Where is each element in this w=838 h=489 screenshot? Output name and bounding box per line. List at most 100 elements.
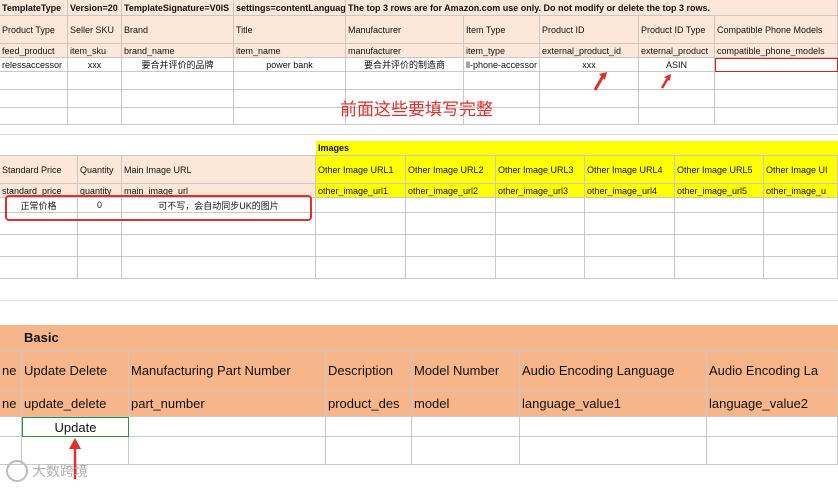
empty-cell[interactable]: [764, 235, 838, 257]
empty-cell[interactable]: [764, 198, 838, 213]
empty-cell[interactable]: [326, 437, 412, 465]
col-product-id-type[interactable]: Product ID Type: [639, 16, 715, 44]
col-manufacturing-part-number[interactable]: Manufacturing Part Number: [129, 351, 326, 391]
col-item-type[interactable]: Item Type: [464, 16, 540, 44]
empty-cell[interactable]: [122, 108, 234, 125]
empty-cell[interactable]: [540, 72, 639, 90]
key-part-number[interactable]: part_number: [129, 391, 326, 417]
col-other-image-url4[interactable]: Other Image URL4: [585, 156, 675, 184]
empty-cell[interactable]: [316, 213, 406, 235]
data-item-type[interactable]: ll-phone-accessor: [464, 58, 540, 72]
key-other-image-url5[interactable]: other_image_url5: [675, 184, 764, 198]
col-quantity[interactable]: Quantity: [78, 156, 122, 184]
key-other-image-url2[interactable]: other_image_url2: [406, 184, 496, 198]
empty-cell[interactable]: [585, 213, 675, 235]
empty-cell[interactable]: [639, 72, 715, 90]
col-seller-sku[interactable]: Seller SKU: [68, 16, 122, 44]
empty-cell[interactable]: [129, 437, 326, 465]
empty-cell[interactable]: [316, 235, 406, 257]
key-other-image-url1[interactable]: other_image_url1: [316, 184, 406, 198]
empty-cell[interactable]: [496, 213, 585, 235]
cell-template-signature[interactable]: TemplateSignature=V0lS: [122, 0, 234, 16]
empty-cell[interactable]: [675, 213, 764, 235]
empty-cell[interactable]: [0, 108, 68, 125]
col-main-image-url[interactable]: Main Image URL: [122, 156, 316, 184]
empty-cell[interactable]: [0, 90, 68, 108]
empty-cell[interactable]: [346, 72, 464, 90]
col-audio-encoding-language-2[interactable]: Audio Encoding La: [707, 351, 838, 391]
col-other-image-url2[interactable]: Other Image URL2: [406, 156, 496, 184]
key-manufacturer[interactable]: manufacturer: [346, 44, 464, 58]
col-other-image-url5[interactable]: Other Image URL5: [675, 156, 764, 184]
empty-cell[interactable]: [122, 90, 234, 108]
empty-cell[interactable]: [675, 198, 764, 213]
key-partial[interactable]: ne: [0, 391, 22, 417]
empty-cell[interactable]: [639, 108, 715, 125]
key-other-image-url3[interactable]: other_image_url3: [496, 184, 585, 198]
empty-cell[interactable]: [326, 417, 412, 437]
group-blank[interactable]: [0, 141, 316, 156]
cell-meta-notice[interactable]: The top 3 rows are for Amazon.com use on…: [346, 0, 838, 16]
group-basic[interactable]: Basic: [0, 325, 838, 351]
key-other-image-url4[interactable]: other_image_url4: [585, 184, 675, 198]
empty-cell[interactable]: [639, 90, 715, 108]
empty-cell[interactable]: [316, 198, 406, 213]
cell-template-type[interactable]: TemplateType: [0, 0, 68, 16]
col-description[interactable]: Description: [326, 351, 412, 391]
col-brand[interactable]: Brand: [122, 16, 234, 44]
empty-cell[interactable]: [707, 417, 838, 437]
key-compatible-phone-models[interactable]: compatible_phone_models: [715, 44, 838, 58]
data-update-delete[interactable]: Update: [22, 417, 129, 437]
empty-cell[interactable]: [464, 72, 540, 90]
key-brand-name[interactable]: brand_name: [122, 44, 234, 58]
empty-cell[interactable]: [0, 235, 78, 257]
key-model[interactable]: model: [412, 391, 520, 417]
empty-cell[interactable]: [585, 235, 675, 257]
key-language-value2[interactable]: language_value2: [707, 391, 838, 417]
key-item-sku[interactable]: item_sku: [68, 44, 122, 58]
col-title[interactable]: Title: [234, 16, 346, 44]
cell-settings[interactable]: settings=contentLanguage: [234, 0, 346, 16]
col-product-id[interactable]: Product ID: [540, 16, 639, 44]
data-product-id[interactable]: xxx: [540, 58, 639, 72]
empty-cell[interactable]: [585, 198, 675, 213]
empty-cell[interactable]: [68, 90, 122, 108]
col-partial[interactable]: ne: [0, 351, 22, 391]
empty-cell[interactable]: [0, 257, 78, 279]
empty-cell[interactable]: [78, 235, 122, 257]
empty-cell[interactable]: [585, 257, 675, 279]
empty-cell[interactable]: [234, 72, 346, 90]
col-update-delete[interactable]: Update Delete: [22, 351, 129, 391]
col-product-type[interactable]: Product Type: [0, 16, 68, 44]
empty-cell[interactable]: [68, 108, 122, 125]
col-manufacturer[interactable]: Manufacturer: [346, 16, 464, 44]
data-seller-sku[interactable]: xxx: [68, 58, 122, 72]
col-audio-encoding-language[interactable]: Audio Encoding Language: [520, 351, 707, 391]
key-feed-product[interactable]: feed_product: [0, 44, 68, 58]
data-partial[interactable]: [0, 417, 22, 437]
group-images[interactable]: Images: [316, 141, 838, 156]
empty-cell[interactable]: [412, 417, 520, 437]
empty-cell[interactable]: [496, 235, 585, 257]
key-language-value1[interactable]: language_value1: [520, 391, 707, 417]
key-external-product-id[interactable]: external_product_id: [540, 44, 639, 58]
data-brand[interactable]: 要合并评价的品牌: [122, 58, 234, 72]
empty-cell[interactable]: [412, 437, 520, 465]
empty-cell[interactable]: [715, 72, 838, 90]
empty-cell[interactable]: [540, 90, 639, 108]
empty-cell[interactable]: [234, 108, 346, 125]
empty-cell[interactable]: [78, 257, 122, 279]
cell-version[interactable]: Version=20: [68, 0, 122, 16]
empty-cell[interactable]: [715, 90, 838, 108]
empty-cell[interactable]: [520, 437, 707, 465]
empty-cell[interactable]: [68, 72, 122, 90]
empty-cell[interactable]: [234, 90, 346, 108]
empty-cell[interactable]: [129, 417, 326, 437]
empty-cell[interactable]: [406, 198, 496, 213]
data-product-type[interactable]: relessaccessor: [0, 58, 68, 72]
col-other-image-url3[interactable]: Other Image URL3: [496, 156, 585, 184]
col-model-number[interactable]: Model Number: [412, 351, 520, 391]
empty-cell[interactable]: [496, 257, 585, 279]
data-title[interactable]: power bank: [234, 58, 346, 72]
key-external-product[interactable]: external_product: [639, 44, 715, 58]
